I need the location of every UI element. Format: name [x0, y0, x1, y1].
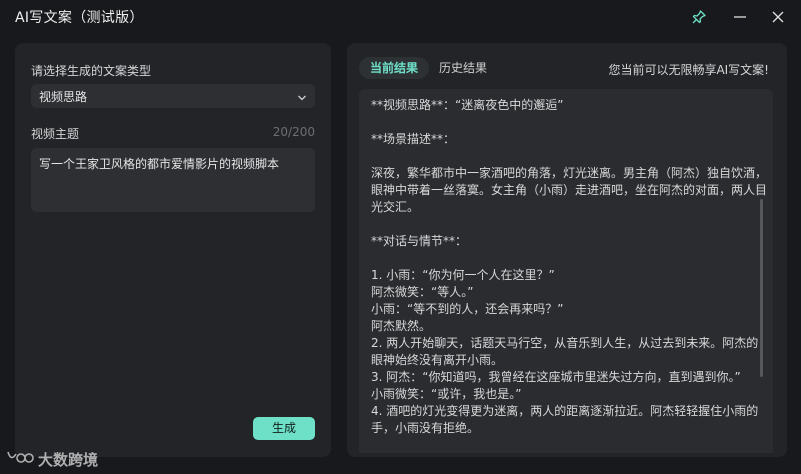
title-bar: AI写文案（测试版）	[0, 0, 801, 34]
minimize-icon[interactable]	[731, 8, 749, 26]
result-line: 1. 小雨：“你为何一个人在这里？”	[371, 268, 555, 282]
result-line	[371, 216, 767, 233]
result-text: **视频思路**：“迷离夜色中的邂逅” **场景描述**： 深夜，繁华都市中一家…	[371, 97, 767, 437]
result-line: 3. 阿杰：“你知道吗，我曾经在这座城市里迷失过方向，直到遇到你。”	[371, 370, 741, 384]
chevron-down-icon	[297, 91, 307, 105]
watermark: 大数跨境	[6, 448, 98, 470]
result-line: 深夜，繁华都市中一家酒吧的角落，灯光迷离。男主角（阿杰）独自饮酒，眼神中带着一丝…	[371, 166, 768, 214]
result-line: 4. 酒吧的灯光变得更为迷离，两人的距离逐渐拉近。阿杰轻轻握住小雨的手，小雨没有…	[371, 404, 759, 435]
type-label: 请选择生成的文案类型	[31, 64, 152, 78]
window-title: AI写文案（测试版）	[15, 10, 144, 26]
settings-panel: 请选择生成的文案类型 视频思路 视频主题 20/200 写一个王家卫风格的都市爱…	[15, 43, 331, 457]
result-line: 2. 两人开始聊天，话题天马行空，从音乐到人生，从过去到未来。阿杰的眼神始终没有…	[371, 336, 759, 367]
result-line: 小雨微笑：“或许，我也是。”	[371, 387, 522, 401]
tab-current-result[interactable]: 当前结果	[359, 57, 429, 79]
result-content: **视频思路**：“迷离夜色中的邂逅” **场景描述**： 深夜，繁华都市中一家…	[359, 89, 773, 453]
topic-input[interactable]: 写一个王家卫风格的都市爱情影片的视频脚本	[31, 148, 315, 212]
topic-char-counter: 20/200	[272, 125, 315, 139]
watermark-text: 大数跨境	[38, 450, 99, 469]
result-panel: 当前结果 历史结果 您当前可以无限畅享AI写文案! **视频思路**：“迷离夜色…	[347, 43, 787, 457]
result-line	[371, 250, 767, 267]
result-line: 阿杰微笑：“等人。”	[371, 285, 474, 299]
generate-button[interactable]: 生成	[253, 417, 315, 440]
result-line	[371, 148, 767, 165]
close-icon[interactable]	[769, 8, 787, 26]
topic-label: 视频主题	[31, 127, 80, 141]
result-line: **视频思路**：“迷离夜色中的邂逅”	[371, 98, 564, 112]
type-select-value: 视频思路	[39, 90, 88, 104]
result-line	[371, 114, 767, 131]
unlimited-notice: 您当前可以无限畅享AI写文案!	[608, 63, 769, 77]
type-select[interactable]: 视频思路	[31, 84, 315, 108]
watermark-logo-icon	[6, 448, 38, 470]
tab-history-result[interactable]: 历史结果	[434, 57, 492, 79]
result-scrollbar[interactable]	[760, 199, 763, 377]
result-line: 小雨：“等不到的人，还会再来吗？”	[371, 302, 564, 316]
result-line: 阿杰默然。	[371, 319, 432, 333]
pin-icon[interactable]	[690, 8, 708, 26]
result-line: **对话与情节**：	[371, 234, 468, 248]
result-line: **场景描述**：	[371, 132, 456, 146]
